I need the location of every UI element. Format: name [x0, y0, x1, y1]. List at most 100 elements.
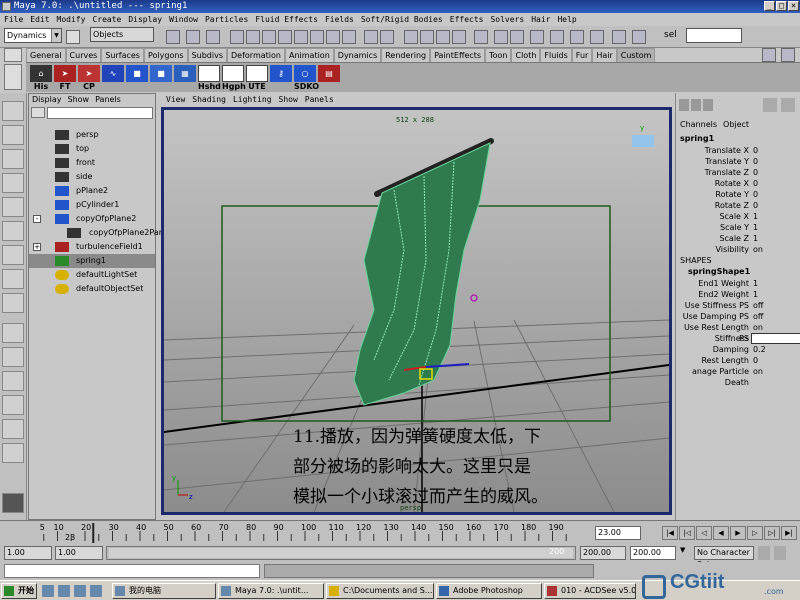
menu-create[interactable]: Create	[92, 13, 121, 26]
outliner-item-side[interactable]: side	[29, 170, 155, 184]
lock-selection-icon[interactable]	[364, 30, 378, 44]
step-forward-key-icon[interactable]: ▷|	[764, 526, 780, 540]
layout-hypershade-icon[interactable]	[2, 419, 24, 439]
shelf-tab-custom[interactable]: Custom	[616, 48, 656, 62]
construction-history-icon[interactable]	[530, 30, 544, 44]
play-forward-icon[interactable]: ▶	[730, 526, 746, 540]
shelf-tab-fluids[interactable]: Fluids	[540, 48, 572, 62]
layout-icon[interactable]	[691, 99, 701, 111]
shelf-tab-toon[interactable]: Toon	[485, 48, 512, 62]
ipr-render-icon[interactable]	[590, 30, 604, 44]
ie-icon[interactable]	[42, 585, 54, 597]
channelbox-menu-channels[interactable]: Channels	[680, 120, 717, 129]
quick-launch-icon[interactable]	[58, 585, 70, 597]
mask-handles-icon[interactable]	[230, 30, 244, 44]
layout-custom-icon[interactable]	[2, 443, 24, 463]
universal-manip-icon[interactable]	[2, 245, 24, 265]
channel-scale-y[interactable]: Scale Y1	[676, 222, 800, 233]
start-button[interactable]: 开始	[1, 583, 37, 599]
shelf-tab-painteffects[interactable]: PaintEffects	[430, 48, 486, 62]
history-output-icon[interactable]	[510, 30, 524, 44]
select-by-object-icon[interactable]	[186, 30, 200, 44]
menu-soft-rigid-bodies[interactable]: Soft/Rigid Bodies	[361, 13, 443, 26]
menu-hair[interactable]: Hair	[531, 13, 550, 26]
shelf-tab-deformation[interactable]: Deformation	[227, 48, 285, 62]
mask-surfaces-icon[interactable]	[278, 30, 292, 44]
menu-fields[interactable]: Fields	[325, 13, 354, 26]
select-tool-icon[interactable]	[2, 101, 24, 121]
channel-visibility[interactable]: Visibility on	[676, 244, 800, 255]
layout-icon[interactable]	[703, 99, 713, 111]
outliner-item-spring1[interactable]: spring1	[29, 254, 155, 268]
key-icon[interactable]	[758, 546, 770, 560]
outliner-search-input[interactable]	[47, 107, 153, 119]
shelf-item-hgph[interactable]: Hgph	[222, 65, 246, 91]
menu-fluid-effects[interactable]: Fluid Effects	[255, 13, 318, 26]
channel-rest-length[interactable]: Rest Length 0	[676, 355, 800, 366]
shelf-item-cp[interactable]: ➤ CP	[78, 65, 100, 91]
render-view-icon[interactable]	[550, 30, 564, 44]
render-current-icon[interactable]	[570, 30, 584, 44]
shelf-tab-rendering[interactable]: Rendering	[381, 48, 431, 62]
layout-graph-icon[interactable]	[2, 395, 24, 415]
outliner-filter-icon[interactable]	[31, 107, 45, 118]
expand-icon[interactable]: +	[33, 243, 41, 251]
channel-scale-z[interactable]: Scale Z1	[676, 233, 800, 244]
channel-manage-particle-death[interactable]: anage Particle Death on	[676, 366, 800, 387]
layer-icon[interactable]	[781, 98, 795, 112]
snap-point-icon[interactable]	[436, 30, 450, 44]
highlight-selection-icon[interactable]	[380, 30, 394, 44]
paint-select-icon[interactable]	[2, 149, 24, 169]
minimize-button[interactable]: _	[764, 1, 775, 11]
channel-end1-weight[interactable]: End1 Weight 1	[676, 278, 800, 289]
channel-use-stiffness-ps[interactable]: Use Stiffness PS off	[676, 300, 800, 311]
time-slider[interactable]: 5 10 20 30 40 50 60 70 80 90 100 110 120 130 140 150 160…	[0, 520, 800, 544]
hypershade-icon[interactable]	[632, 30, 646, 44]
outliner-item-front[interactable]: front	[29, 156, 155, 170]
taskbar-item-acdsee[interactable]: 010 - ACDSee v5.0	[544, 583, 636, 599]
playback-end-field[interactable]: 200.00	[580, 546, 626, 560]
current-frame-field[interactable]: 23.00	[595, 526, 641, 540]
channel-rotate-z[interactable]: Rotate Z0	[676, 200, 800, 211]
layout-persp-outliner-icon[interactable]	[2, 371, 24, 391]
layout-four-icon[interactable]	[2, 347, 24, 367]
outliner-item-pplane2[interactable]: pPlane2	[29, 184, 155, 198]
shelf-item-hshd[interactable]: Hshd	[198, 65, 221, 91]
shelf-tab-hair[interactable]: Hair	[592, 48, 617, 62]
viewport-menu-panels[interactable]: Panels	[305, 93, 334, 107]
channel-rotate-x[interactable]: Rotate X0	[676, 178, 800, 189]
lasso-tool-icon[interactable]	[2, 125, 24, 145]
taskbar-item-photoshop[interactable]: Adobe Photoshop	[436, 583, 542, 599]
playback-start-field[interactable]: 1.00	[55, 546, 103, 560]
channel-use-rest-length-ps[interactable]: Use Rest Length PS on	[676, 322, 800, 343]
shelf-item-7[interactable]: ▦	[174, 65, 196, 91]
mel-input[interactable]	[4, 564, 260, 578]
shelf-item-ute[interactable]: UTE	[246, 65, 268, 91]
step-back-key-icon[interactable]: |◁	[679, 526, 695, 540]
shelf-item-11[interactable]: ⚷	[270, 65, 292, 91]
render-globals-icon[interactable]	[612, 30, 626, 44]
snap-view-plane-icon[interactable]	[452, 30, 466, 44]
outliner-item-turbulencefield1[interactable]: + turbulenceField1	[29, 240, 155, 254]
shelf-item-his[interactable]: ⌂ His	[30, 65, 52, 91]
mask-joints-icon[interactable]	[246, 30, 260, 44]
outliner-menu-show[interactable]: Show	[68, 94, 90, 105]
collapse-icon[interactable]: -	[33, 215, 41, 223]
quick-launch-icon[interactable]	[90, 585, 102, 597]
range-slider-track[interactable]: 200	[106, 546, 576, 560]
step-back-frame-icon[interactable]: ◁	[696, 526, 712, 540]
channel-translate-y[interactable]: Translate Y0	[676, 156, 800, 167]
shelf-tab-cloth[interactable]: Cloth	[511, 48, 541, 62]
menu-edit[interactable]: Edit	[30, 13, 49, 26]
select-by-component-icon[interactable]	[206, 30, 220, 44]
shelf-menu-icon[interactable]	[4, 48, 22, 62]
channel-rotate-y[interactable]: Rotate Y0	[676, 189, 800, 200]
quick-select-input[interactable]	[686, 28, 742, 43]
channelbox-menu-object[interactable]: Object	[723, 120, 749, 129]
mask-dynamics-icon[interactable]	[310, 30, 324, 44]
shelf-item-5[interactable]: ■	[126, 65, 148, 91]
channel-stiffness[interactable]: Stiffness	[676, 333, 800, 344]
play-backward-icon[interactable]: ◀	[713, 526, 729, 540]
layout-single-icon[interactable]	[2, 323, 24, 343]
outliner-item-pcylinder1[interactable]: pCylinder1	[29, 198, 155, 212]
